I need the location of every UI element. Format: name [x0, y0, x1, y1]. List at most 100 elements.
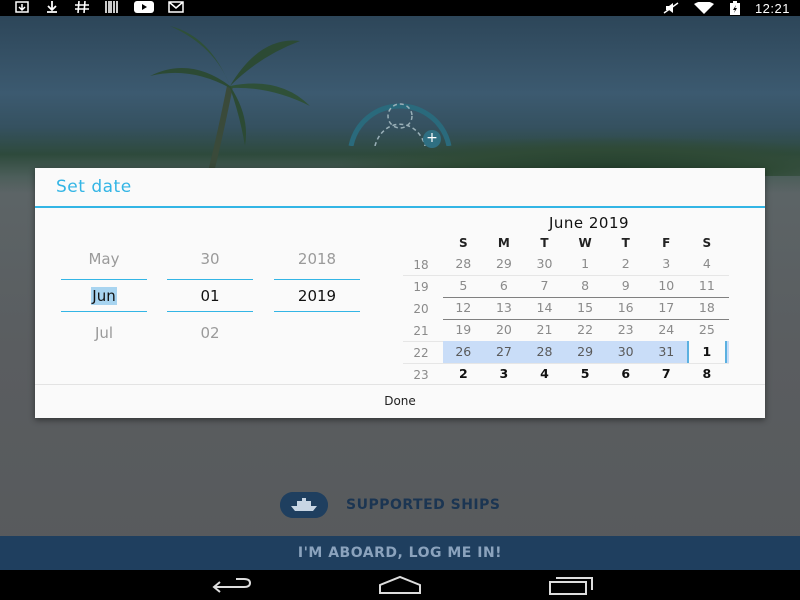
day-prev[interactable]: 30: [167, 250, 253, 268]
recents-icon[interactable]: [548, 575, 596, 595]
weekday-header: S M T W T F S: [443, 236, 727, 250]
calendar-week-row: 19 5 6 7 8 9 10 11: [403, 275, 733, 298]
weekday-label: W: [578, 236, 592, 250]
spinner-divider: [274, 279, 360, 280]
year-prev[interactable]: 2018: [274, 250, 360, 268]
calendar-day[interactable]: 13: [484, 297, 525, 319]
calendar-day[interactable]: 28: [443, 253, 484, 275]
calendar-day[interactable]: 5: [443, 275, 484, 297]
calendar-week-row: 23 2 3 4 5 6 7 8: [403, 363, 733, 385]
weekday-label: F: [662, 236, 671, 250]
set-date-dialog: Set date May Jun Jul 30 01 02 2018 2019 …: [35, 168, 765, 418]
spinner-divider: [167, 311, 253, 312]
calendar-day[interactable]: 2: [605, 253, 646, 275]
calendar-day[interactable]: 21: [524, 319, 565, 341]
month-prev[interactable]: May: [61, 250, 147, 268]
supported-ships-label[interactable]: SUPPORTED SHIPS: [346, 497, 501, 513]
calendar-day[interactable]: 23: [605, 319, 646, 341]
spinner-divider: [167, 279, 253, 280]
month-current-value[interactable]: Jun: [91, 287, 117, 305]
calendar-day[interactable]: 20: [484, 319, 525, 341]
calendar-day[interactable]: 28: [524, 341, 565, 363]
back-icon[interactable]: [206, 575, 254, 595]
calendar-day[interactable]: 22: [565, 319, 606, 341]
gmail-icon: [168, 1, 184, 13]
month-next[interactable]: Jul: [61, 324, 147, 342]
calendar-day[interactable]: 30: [605, 341, 646, 363]
calendar-day[interactable]: 7: [524, 275, 565, 297]
calendar-day[interactable]: 14: [524, 297, 565, 319]
calendar-week-row: 20 12 13 14 15 16 17 18: [403, 297, 733, 320]
week-number: 20: [413, 302, 429, 316]
calendar-day[interactable]: 27: [484, 341, 525, 363]
calendar-day[interactable]: 17: [646, 297, 687, 319]
calendar-day[interactable]: 5: [565, 363, 606, 385]
weekday-label: M: [497, 236, 510, 250]
hash-icon: [75, 1, 89, 13]
calendar-day[interactable]: 29: [484, 253, 525, 275]
week-number: 21: [413, 324, 429, 338]
wifi-icon: [693, 2, 714, 14]
spinner-divider: [274, 311, 360, 312]
calendar-week-row-selected: 22 26 27 28 29 30 31 1: [403, 341, 733, 364]
calendar-view: June 2019 S M T W T F S 18 28 29 30 1 2 …: [403, 210, 733, 388]
year-input[interactable]: 2019: [274, 287, 360, 305]
calendar-day[interactable]: 19: [443, 319, 484, 341]
calendar-day[interactable]: 8: [687, 363, 728, 385]
calendar-day[interactable]: 6: [484, 275, 525, 297]
calendar-day[interactable]: 3: [484, 363, 525, 385]
download-icon: [47, 1, 57, 13]
calendar-day[interactable]: 16: [605, 297, 646, 319]
weekday-label: T: [621, 236, 630, 250]
spinner-divider: [61, 279, 147, 280]
weekday-label: S: [702, 236, 712, 250]
month-input[interactable]: Jun: [61, 287, 147, 305]
calendar-day[interactable]: 12: [443, 297, 484, 319]
title-divider: [35, 206, 765, 208]
calendar-day[interactable]: 15: [565, 297, 606, 319]
day-input[interactable]: 01: [167, 287, 253, 305]
done-button[interactable]: Done: [35, 385, 765, 418]
week-number: 18: [413, 258, 429, 272]
supported-ships-link[interactable]: SUPPORTED SHIPS: [280, 492, 501, 518]
barcode-icon: [105, 1, 118, 13]
calendar-day[interactable]: 25: [687, 319, 728, 341]
calendar-day[interactable]: 6: [605, 363, 646, 385]
download-box-icon: [15, 1, 29, 13]
calendar-day[interactable]: 3: [646, 253, 687, 275]
week-number: 23: [413, 368, 429, 382]
calendar-day[interactable]: 30: [524, 253, 565, 275]
aboard-login-button[interactable]: I'M ABOARD, LOG ME IN!: [0, 536, 800, 570]
calendar-week-row: 21 19 20 21 22 23 24 25: [403, 319, 733, 342]
week-number: 22: [413, 346, 429, 360]
calendar-day[interactable]: 1: [565, 253, 606, 275]
battery-charging-icon: [729, 1, 740, 15]
weekday-label: S: [458, 236, 468, 250]
calendar-day[interactable]: 24: [646, 319, 687, 341]
dialog-title: Set date: [56, 177, 132, 197]
mute-icon: [663, 2, 679, 14]
ship-icon: [280, 492, 328, 518]
calendar-day[interactable]: 10: [646, 275, 687, 297]
calendar-day[interactable]: 26: [443, 341, 484, 363]
calendar-week-row: 18 28 29 30 1 2 3 4: [403, 253, 733, 276]
day-next[interactable]: 02: [167, 324, 253, 342]
home-icon[interactable]: [376, 575, 424, 595]
calendar-month-title: June 2019: [548, 214, 630, 232]
calendar-day[interactable]: 7: [646, 363, 687, 385]
calendar-day[interactable]: 9: [605, 275, 646, 297]
weekday-label: T: [540, 236, 549, 250]
calendar-day-selected[interactable]: 1: [686, 341, 728, 363]
calendar-day[interactable]: 29: [565, 341, 606, 363]
add-photo-icon[interactable]: +: [423, 130, 441, 148]
calendar-day[interactable]: 11: [687, 275, 728, 297]
navigation-bar: [0, 570, 800, 600]
week-number: 19: [413, 280, 429, 294]
calendar-day[interactable]: 2: [443, 363, 484, 385]
calendar-day[interactable]: 31: [646, 341, 687, 363]
status-bar: 12:21: [0, 0, 800, 16]
calendar-day[interactable]: 18: [687, 297, 728, 319]
calendar-day[interactable]: 4: [524, 363, 565, 385]
calendar-day[interactable]: 4: [687, 253, 728, 275]
calendar-day[interactable]: 8: [565, 275, 606, 297]
